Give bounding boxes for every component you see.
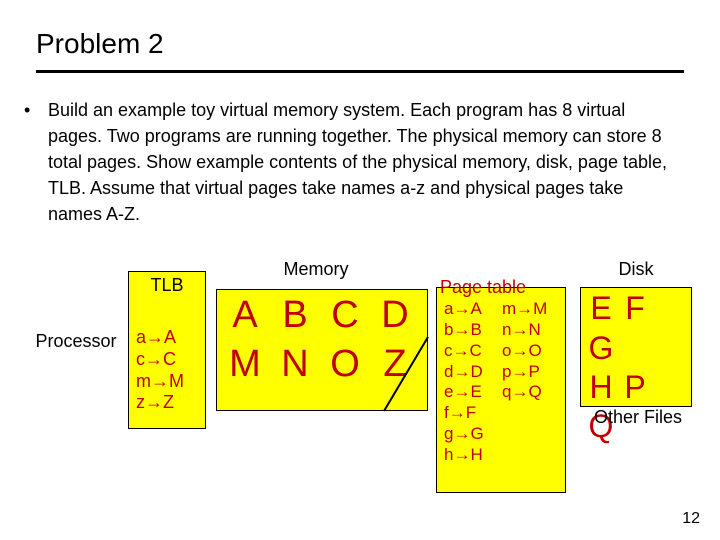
slide: Problem 2 •Build an example toy virtual … [0, 0, 720, 540]
pt-entry: a→A [444, 299, 484, 320]
pt-entry: o→O [502, 341, 547, 362]
pt-entry: h→H [444, 445, 484, 466]
pt-entry: p→P [502, 362, 547, 383]
pt-entry: e→E [444, 382, 484, 403]
page-number: 12 [682, 510, 700, 528]
disk-cell: E [584, 289, 618, 328]
mem-cell: Z [370, 340, 420, 389]
disk-cell: F [618, 289, 652, 328]
memory-cells: ABCD MNOZ [220, 291, 420, 388]
mem-cell: B [270, 291, 320, 340]
bullet-text: •Build an example toy virtual memory sys… [48, 97, 684, 227]
tlb-entries: a→A c→C m→M z→Z [136, 327, 184, 413]
processor-label: Processor [30, 331, 122, 352]
mem-cell: C [320, 291, 370, 340]
pt-entry: m→M [502, 299, 547, 320]
tlb-entry: m→M [136, 371, 184, 393]
page-title: Problem 2 [36, 28, 684, 60]
tlb-entry: z→Z [136, 392, 184, 414]
tlb-entry: a→A [136, 327, 184, 349]
mem-cell: A [220, 291, 270, 340]
tlb-entry: c→C [136, 349, 184, 371]
page-table-label: Page table [440, 277, 526, 298]
memory-label: Memory [246, 259, 386, 280]
pt-entry: d→D [444, 362, 484, 383]
disk-cell: P [618, 368, 652, 407]
diagram: Processor TLB a→A c→C m→M z→Z Memory ABC… [36, 255, 684, 515]
mem-cell: O [320, 340, 370, 389]
pt-entry: q→Q [502, 382, 547, 403]
page-table-left: a→A b→B c→C d→D e→E f→F g→G h→H [444, 299, 484, 465]
disk-cell: H [584, 368, 618, 407]
tlb-label: TLB [128, 275, 206, 296]
mem-cell: D [370, 291, 420, 340]
bullet-content: Build an example toy virtual memory syst… [48, 100, 667, 224]
disk-label: Disk [580, 259, 692, 280]
pt-entry: g→G [444, 424, 484, 445]
page-table-right: m→M n→N o→O p→P q→Q [502, 299, 547, 403]
pt-entry: b→B [444, 320, 484, 341]
mem-cell: N [270, 340, 320, 389]
pt-entry: c→C [444, 341, 484, 362]
disk-cell: G [584, 329, 618, 368]
pt-entry: n→N [502, 320, 547, 341]
mem-cell: M [220, 340, 270, 389]
disk-other-files: Other Files [578, 407, 698, 428]
pt-entry: f→F [444, 403, 484, 424]
title-rule [36, 70, 684, 73]
